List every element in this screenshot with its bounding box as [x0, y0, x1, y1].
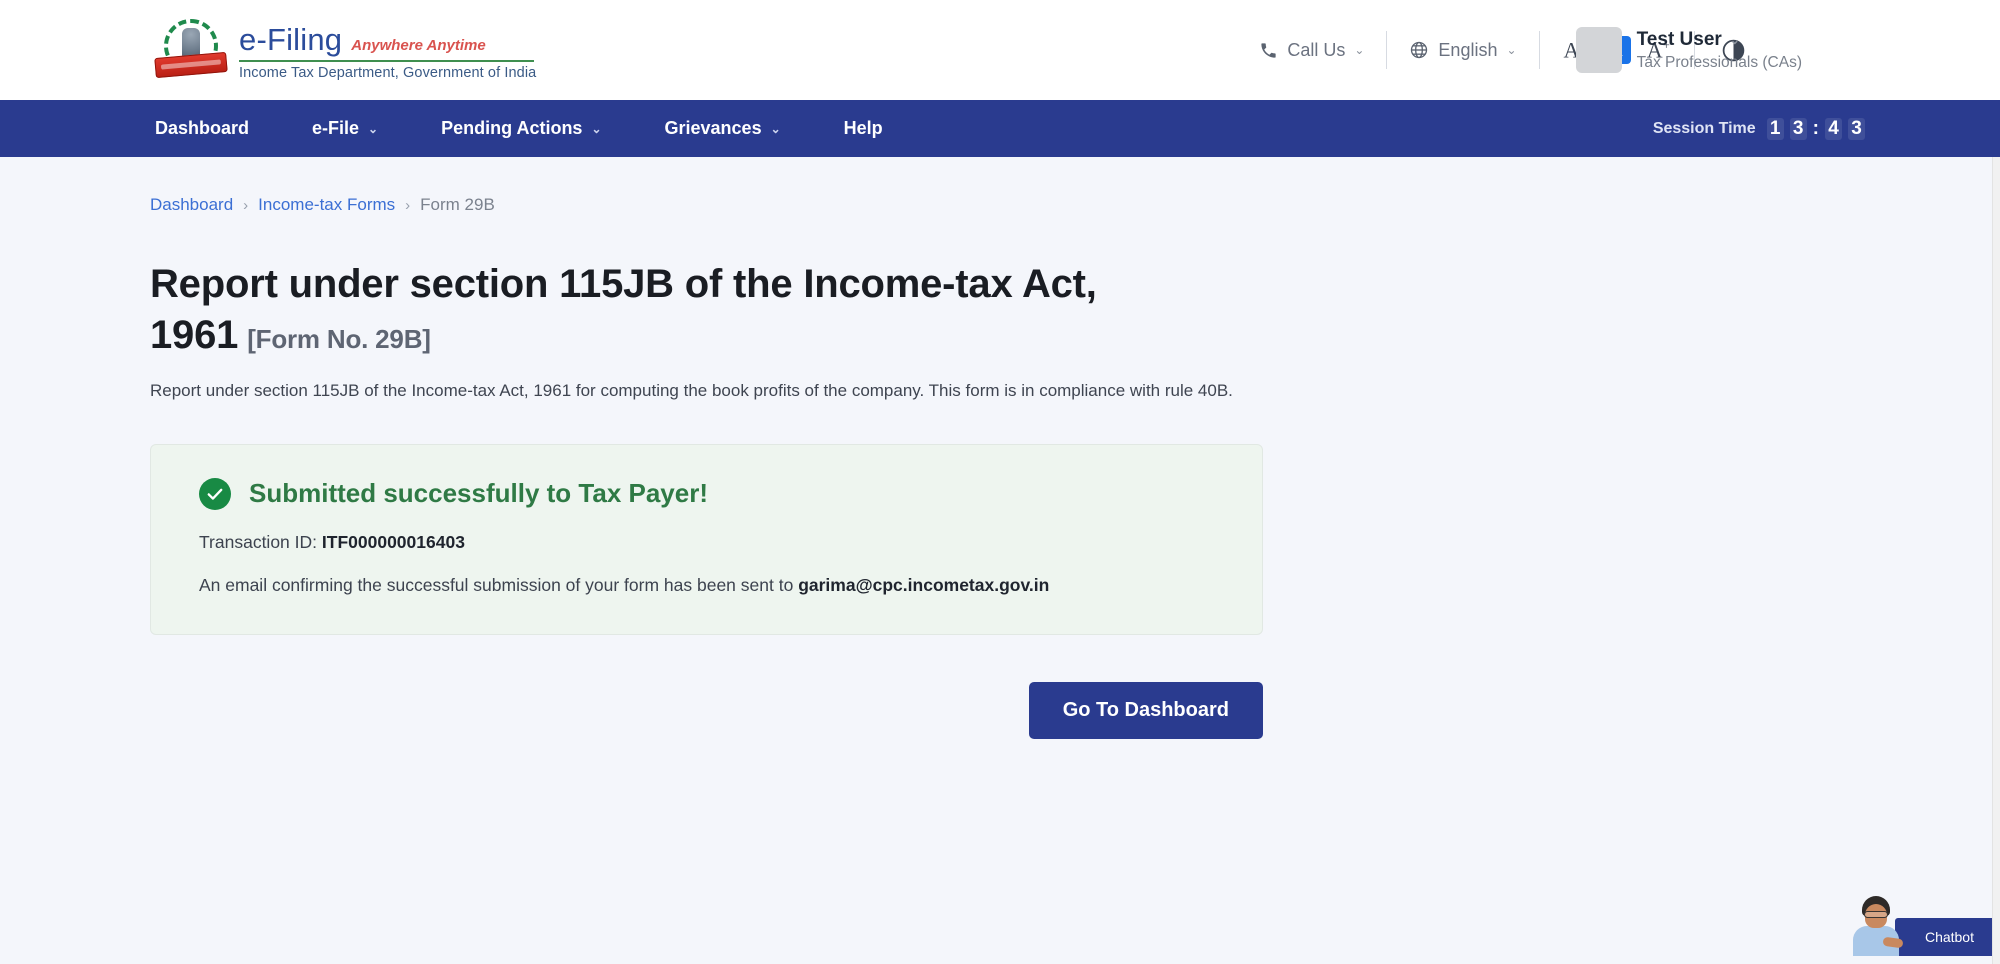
nav-item-grievances[interactable]: Grievances ⌄	[665, 118, 781, 139]
breadcrumb-separator: ›	[243, 196, 249, 214]
breadcrumb-item-current: Form 29B	[420, 195, 495, 214]
main-navigation: Dashboard e-File ⌄ Pending Actions ⌄ Gri…	[0, 100, 2000, 157]
brand-department: Income Tax Department, Government of Ind…	[239, 64, 537, 81]
call-us-label: Call Us	[1287, 39, 1346, 60]
breadcrumb: Dashboard › Income-tax Forms › Form 29B	[150, 195, 2000, 215]
nav-item-e-file[interactable]: e-File ⌄	[312, 118, 378, 139]
language-selector[interactable]: English ⌄	[1387, 40, 1538, 61]
success-header: Submitted successfully to Tax Payer!	[199, 477, 1222, 510]
user-profile-menu[interactable]: Test User ⌄ Tax Professionals (CAs)	[1575, 27, 1982, 73]
email-confirmation-text: An email confirming the successful submi…	[199, 574, 794, 595]
globe-icon	[1409, 40, 1429, 60]
chatbot-avatar-icon	[1849, 894, 1904, 956]
breadcrumb-item-dashboard[interactable]: Dashboard	[150, 195, 233, 215]
brand-tagline: Anywhere Anytime	[351, 36, 486, 54]
go-to-dashboard-button[interactable]: Go To Dashboard	[1028, 681, 1263, 739]
chevron-down-icon: ⌄	[368, 121, 379, 136]
chevron-down-icon: ⌄	[591, 121, 602, 136]
chatbot-widget[interactable]: Chatbot	[1849, 894, 2000, 956]
india-emblem-icon	[154, 17, 228, 83]
call-us-button[interactable]: Call Us ⌄	[1237, 40, 1386, 61]
user-name-row: Test User ⌄	[1637, 29, 1802, 51]
page-content: Dashboard › Income-tax Forms › Form 29B …	[0, 157, 2000, 964]
site-logo[interactable]: e-Filing Anywhere Anytime Income Tax Dep…	[154, 17, 536, 83]
nav-label: Grievances	[664, 118, 762, 138]
phone-icon	[1259, 41, 1278, 60]
chevron-down-icon: ⌄	[1506, 43, 1517, 57]
chevron-down-icon: ⌄	[770, 121, 781, 136]
nav-item-pending-actions[interactable]: Pending Actions ⌄	[441, 118, 601, 139]
brand-divider	[239, 59, 534, 62]
session-digit: 1	[1766, 117, 1784, 140]
page-title: Report under section 115JB of the Income…	[150, 259, 1270, 361]
user-role: Tax Professionals (CAs)	[1636, 53, 1802, 71]
page-scrollbar[interactable]	[1992, 157, 2000, 964]
chevron-down-icon: ⌄	[1354, 43, 1365, 57]
email-address: garima@cpc.incometax.gov.in	[798, 574, 1050, 595]
check-circle-icon	[199, 477, 231, 510]
brand-name: e-Filing	[239, 21, 343, 57]
nav-label: Pending Actions	[441, 118, 583, 138]
avatar	[1575, 27, 1622, 73]
nav-item-help[interactable]: Help	[844, 118, 883, 139]
session-timer-digits: 1 3 : 4 3	[1766, 117, 1865, 140]
language-label: English	[1438, 39, 1498, 60]
success-title: Submitted successfully to Tax Payer!	[249, 478, 708, 509]
user-name: Test User	[1636, 28, 1722, 50]
nav-label: Help	[843, 118, 883, 138]
success-panel: Submitted successfully to Tax Payer! Tra…	[150, 443, 1263, 635]
transaction-id-value: ITF000000016403	[321, 531, 465, 552]
session-digit: 3	[1789, 117, 1807, 140]
chatbot-label[interactable]: Chatbot	[1894, 918, 2000, 956]
session-digit: 4	[1825, 117, 1842, 140]
nav-item-dashboard[interactable]: Dashboard	[155, 118, 249, 139]
nav-label: e-File	[312, 118, 360, 138]
transaction-id-row: Transaction ID: ITF000000016403	[199, 532, 1222, 553]
session-timer: Session Time 1 3 : 4 3	[1652, 117, 1865, 140]
transaction-id-label: Transaction ID:	[199, 531, 318, 552]
action-bar: Go To Dashboard	[150, 681, 1263, 739]
breadcrumb-separator: ›	[405, 196, 411, 214]
chevron-down-icon: ⌄	[1729, 32, 1740, 47]
page-title-form-number: [Form No. 29B]	[247, 324, 431, 355]
email-confirmation-row: An email confirming the successful submi…	[199, 575, 1222, 596]
session-digit: 3	[1848, 117, 1865, 140]
top-header: e-Filing Anywhere Anytime Income Tax Dep…	[0, 0, 2000, 100]
session-separator: :	[1812, 117, 1819, 139]
session-timer-label: Session Time	[1652, 119, 1756, 137]
brand-text: e-Filing Anywhere Anytime Income Tax Dep…	[239, 20, 536, 81]
nav-label: Dashboard	[155, 118, 250, 138]
breadcrumb-item-income-tax-forms[interactable]: Income-tax Forms	[258, 195, 395, 215]
page-description: Report under section 115JB of the Income…	[150, 381, 1233, 401]
